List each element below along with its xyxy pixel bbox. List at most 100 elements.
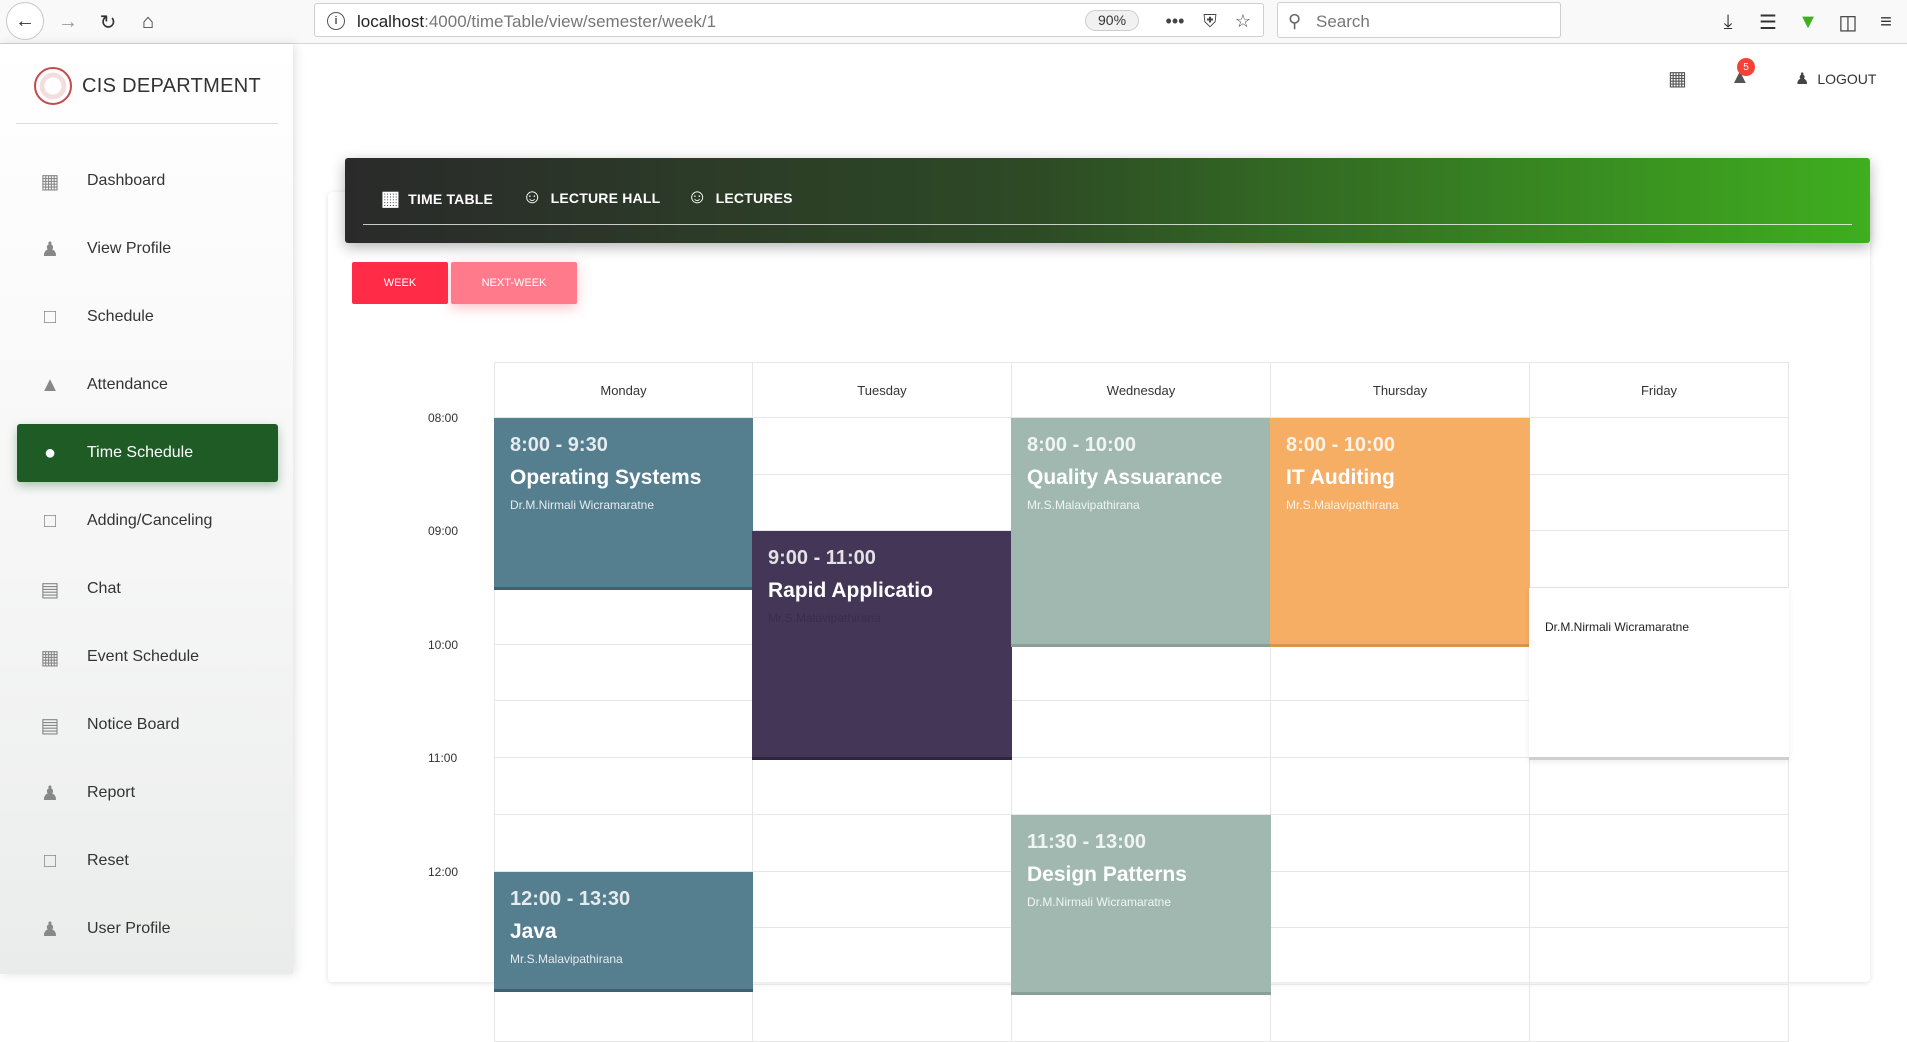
timetable-cell xyxy=(1270,871,1530,929)
event-lecturer: Mr.S.Malavipathirana xyxy=(510,952,623,966)
timetable-cell xyxy=(752,758,1012,815)
tab-lectures[interactable]: ☺ LECTURES xyxy=(687,186,793,209)
sidebar-item-label: Reset xyxy=(87,852,129,869)
menu-icon[interactable]: ≡ xyxy=(1870,6,1902,38)
sidebar-item-dashboard[interactable]: ▦ Dashboard xyxy=(17,152,278,210)
time-label: 10:00 xyxy=(428,638,459,652)
sidebar-item-notice-board[interactable]: ▤ Notice Board xyxy=(17,696,278,754)
event-time: 8:00 - 10:00 xyxy=(1027,434,1136,456)
event-time: 8:00 - 10:00 xyxy=(1286,434,1395,456)
timetable-cell xyxy=(752,418,1012,475)
home-icon[interactable]: ⌂ xyxy=(132,6,164,38)
browser-toolbar: ← → ↻ ⌂ i localhost:4000/timeTable/view/… xyxy=(0,0,1907,44)
clipboard-icon: □ xyxy=(43,849,57,872)
address-bar[interactable]: i localhost:4000/timeTable/view/semester… xyxy=(314,3,1264,37)
event-it-auditing[interactable]: 8:00 - 10:00 IT Auditing Mr.S.Malavipath… xyxy=(1270,418,1530,647)
time-label: 12:00 xyxy=(428,865,459,879)
sidebar-item-label: Time Schedule xyxy=(87,444,194,461)
brand[interactable]: CIS DEPARTMENT xyxy=(34,64,261,108)
bell-icon: ▲ xyxy=(40,373,60,396)
department-logo xyxy=(34,67,72,105)
event-time: 12:00 - 13:30 xyxy=(510,888,631,910)
sidebar-item-report[interactable]: ♟ Report xyxy=(17,764,278,822)
dashboard-icon[interactable]: ▦ xyxy=(1668,66,1687,91)
logout-button[interactable]: ♟ LOGOUT xyxy=(1795,69,1876,89)
event-lecturer: Dr.M.Nirmali Wicramaratne xyxy=(1027,895,1172,909)
timetable-cell xyxy=(1529,985,1789,1042)
event-time: 9:00 - 11:00 xyxy=(768,547,876,569)
person-icon: ♟ xyxy=(1795,71,1810,88)
zoom-level[interactable]: 90% xyxy=(1085,10,1140,31)
dashboard-icon: ▦ xyxy=(381,188,401,210)
timetable-cell xyxy=(494,758,753,815)
timetable-cell xyxy=(494,701,753,759)
tab-lecture-hall[interactable]: ☺ LECTURE HALL xyxy=(522,186,660,209)
day-header-wednesday: Wednesday xyxy=(1011,362,1271,418)
event-title: IT Auditing xyxy=(1286,466,1395,489)
sidebar-item-user-profile[interactable]: ♟ User Profile xyxy=(17,900,278,958)
timetable-cell xyxy=(752,928,1012,985)
timetable-cell xyxy=(752,985,1012,1042)
timetable-cell xyxy=(752,474,1012,532)
sidebar-item-label: Dashboard xyxy=(87,172,166,189)
sidebar-item-label: User Profile xyxy=(87,920,171,937)
event-java[interactable]: 12:00 - 13:30 Java Mr.S.Malavipathirana xyxy=(494,872,753,992)
url-text: localhost:4000/timeTable/view/semester/w… xyxy=(357,12,716,32)
next-week-button[interactable]: NEXT-WEEK xyxy=(451,262,577,304)
site-info-icon[interactable]: i xyxy=(327,12,345,30)
browser-search-input[interactable]: ⚲ Search xyxy=(1277,2,1561,38)
person-icon: ♟ xyxy=(41,238,59,261)
face-icon: ☺ xyxy=(687,186,708,208)
sidebar-item-schedule[interactable]: □ Schedule xyxy=(17,288,278,346)
tab-time-table[interactable]: ▦ TIME TABLE xyxy=(381,186,493,211)
sidebar-item-label: Adding/Canceling xyxy=(87,512,213,529)
week-button[interactable]: WEEK xyxy=(352,262,448,304)
pocket-icon[interactable]: ⛨ xyxy=(1197,8,1223,34)
sidebar-item-time-schedule[interactable]: ● Time Schedule xyxy=(17,424,278,482)
day-header-monday: Monday xyxy=(494,362,753,418)
sidebar-toggle-icon[interactable]: ◫ xyxy=(1832,6,1864,38)
star-icon[interactable]: ☆ xyxy=(1230,8,1256,34)
extension-icon[interactable]: ▼ xyxy=(1792,6,1824,38)
sidebar-item-chat[interactable]: ▤ Chat xyxy=(17,560,278,618)
event-operating-systems[interactable]: 8:00 - 9:30 Operating Systems Dr.M.Nirma… xyxy=(494,418,753,590)
sidebar-item-adding-canceling[interactable]: □ Adding/Canceling xyxy=(17,492,278,550)
url-path: :4000/timeTable/view/semester/week/1 xyxy=(424,12,717,31)
sidebar-item-label: View Profile xyxy=(87,240,172,257)
back-arrow-icon[interactable]: ← xyxy=(6,2,44,40)
reload-icon[interactable]: ↻ xyxy=(92,6,124,38)
time-label: 09:00 xyxy=(428,524,459,538)
timetable-cell xyxy=(1011,644,1271,702)
event-time: 8:00 - 9:30 xyxy=(510,434,608,456)
sidebar-item-event-schedule[interactable]: ▦ Event Schedule xyxy=(17,628,278,686)
timetable-cell xyxy=(1270,814,1530,872)
more-dots-icon[interactable]: ••• xyxy=(1162,8,1188,34)
library-icon[interactable]: ☰ xyxy=(1752,6,1784,38)
person-icon: ♟ xyxy=(41,782,59,805)
tab-label: LECTURES xyxy=(715,189,793,206)
forward-arrow-icon[interactable]: → xyxy=(52,6,84,38)
sidebar-item-view-profile[interactable]: ♟ View Profile xyxy=(17,220,278,278)
timetable-cell xyxy=(1529,418,1789,475)
face-icon: ☺ xyxy=(522,186,543,208)
timetable-cell xyxy=(1270,928,1530,985)
event-design-patterns[interactable]: 11:30 - 13:00 Design Patterns Dr.M.Nirma… xyxy=(1011,815,1271,995)
timetable-cell xyxy=(1270,758,1530,815)
clipboard-icon: □ xyxy=(43,305,57,328)
event-quality-assurance[interactable]: 8:00 - 10:00 Quality Assuarance Mr.S.Mal… xyxy=(1011,418,1271,647)
timetable-cell xyxy=(1270,644,1530,702)
notification-badge: 5 xyxy=(1737,58,1755,76)
sidebar-item-reset[interactable]: □ Reset xyxy=(17,832,278,890)
timetable-cell xyxy=(494,588,753,645)
sidebar-item-attendance[interactable]: ▲ Attendance xyxy=(17,356,278,414)
event-rapid-application[interactable]: 9:00 - 11:00 Rapid Applicatio Mr.S.Malav… xyxy=(752,531,1012,760)
sidebar: CIS DEPARTMENT ▦ Dashboard ♟ View Profil… xyxy=(0,44,293,974)
event-lecturer: Mr.S.Malavipathirana xyxy=(1027,498,1140,512)
event-friday[interactable]: Dr.M.Nirmali Wicramaratne xyxy=(1529,588,1789,760)
event-lecturer: Dr.M.Nirmali Wicramaratne xyxy=(510,498,655,512)
download-icon[interactable]: ⤓ xyxy=(1712,6,1744,38)
tab-label: TIME TABLE xyxy=(408,190,494,207)
search-placeholder: Search xyxy=(1316,12,1370,31)
timetable-cell xyxy=(752,871,1012,929)
time-label: 08:00 xyxy=(428,411,459,425)
